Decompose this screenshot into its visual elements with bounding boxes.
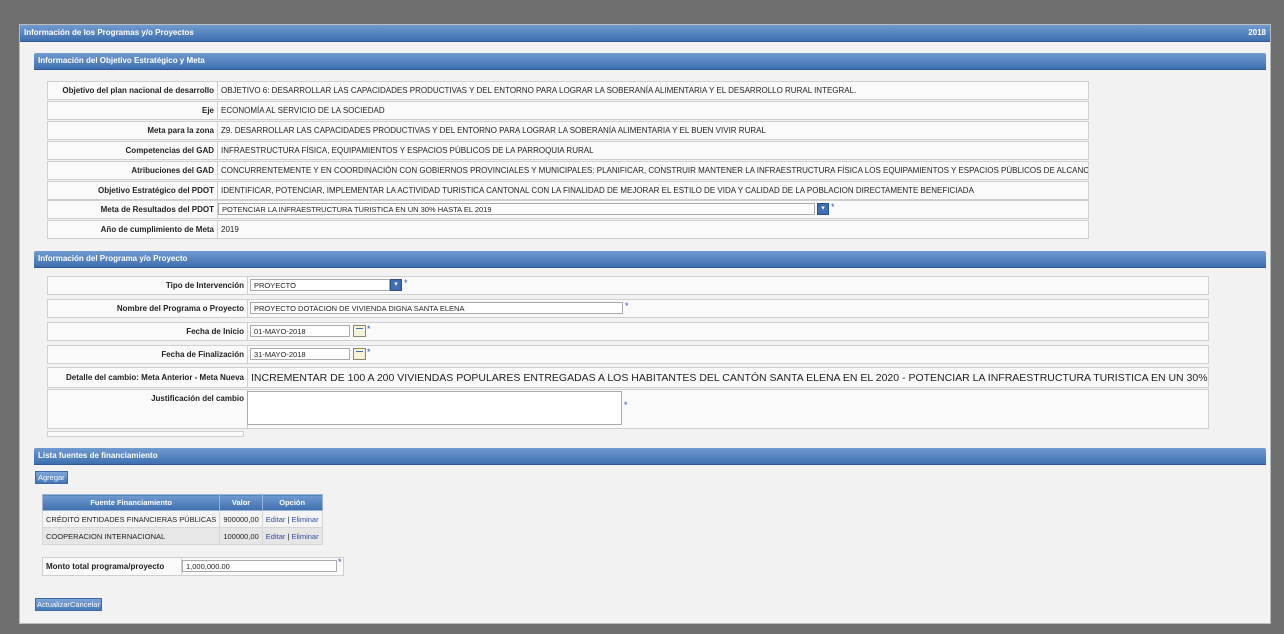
required-mark: * — [625, 301, 629, 311]
objective-row-value: OBJETIVO 6: DESARROLLAR LAS CAPACIDADES … — [218, 81, 1089, 100]
delete-link[interactable]: Eliminar — [292, 532, 319, 541]
objective-row: Competencias del GAD INFRAESTRUCTURA FÍSI… — [47, 141, 1089, 160]
objective-row-label: Objetivo Estratégico del PDOT — [47, 181, 218, 200]
objective-row-value: 2019 — [218, 220, 1089, 239]
row-detalle: Detalle del cambio: Meta Anterior - Meta… — [47, 367, 1209, 388]
objective-row: Año de cumplimiento de Meta 2019 — [47, 220, 1089, 239]
objective-row-label: Competencias del GAD — [47, 141, 218, 160]
opcion-cell: Editar | Eliminar — [261, 527, 323, 545]
objective-row-label: Objetivo del plan nacional de desarrollo — [47, 81, 218, 100]
main-panel: Información de los Programas y/o Proyect… — [19, 24, 1271, 624]
calendar-icon[interactable] — [353, 348, 366, 360]
financing-section: Lista fuentes de financiamiento — [34, 448, 1266, 465]
objective-row-value: IDENTIFICAR, POTENCIAR, IMPLEMENTAR LA A… — [218, 181, 1089, 200]
column-header-valor: Valor — [219, 494, 263, 511]
window-title-bar: Información de los Programas y/o Proyect… — [20, 25, 1270, 42]
objective-row-label: Meta para la zona — [47, 121, 218, 140]
column-header-fuente: Fuente Financiamiento — [41, 494, 221, 511]
cancel-button[interactable]: Cancelar — [70, 600, 100, 609]
fuente-cell: CRÉDITO ENTIDADES FINANCIERAS PÚBLICAS — [41, 510, 221, 528]
objective-row-value: INFRAESTRUCTURA FÍSICA, EQUIPAMIENTOS Y … — [218, 141, 1089, 160]
objective-row: Objetivo del plan nacional de desarrollo… — [47, 81, 1089, 100]
detalle-label: Detalle del cambio: Meta Anterior - Meta… — [47, 367, 248, 388]
separator: | — [287, 531, 290, 541]
justificacion-textarea[interactable] — [247, 391, 622, 425]
fecha-fin-input[interactable]: 31-MAYO-2018 — [250, 348, 350, 360]
objective-row-label: Atribuciones del GAD — [47, 161, 218, 180]
column-header-opcion: Opción — [261, 494, 323, 511]
spacer-cell — [47, 431, 244, 437]
objective-row-value: Z9. DESARROLLAR LAS CAPACIDADES PRODUCTI… — [218, 121, 1089, 140]
row-justificacion: Justificación del cambio — [47, 389, 1209, 429]
edit-link[interactable]: Editar — [266, 532, 286, 541]
fecha-inicio-input[interactable]: 01-MAYO-2018 — [250, 325, 350, 337]
section-header-objective: Información del Objetivo Estratégico y M… — [34, 53, 1266, 70]
objective-row: Objetivo Estratégico del PDOT IDENTIFICAR… — [47, 181, 1089, 200]
objective-row-label: Meta de Resultados del PDOT — [47, 200, 218, 219]
required-mark: * — [404, 278, 408, 288]
row-fecha-inicio: Fecha de Inicio — [47, 322, 1209, 341]
year-label: 2018 — [1248, 28, 1266, 37]
meta-resultados-select[interactable]: POTENCIAR LA INFRAESTRUCTURA TURISTICA E… — [218, 203, 815, 215]
dropdown-arrow-icon[interactable]: ▾ — [817, 203, 829, 215]
detalle-value: INCREMENTAR DE 100 A 200 VIVIENDAS POPUL… — [248, 367, 1209, 388]
dropdown-arrow-icon[interactable]: ▾ — [390, 279, 402, 291]
justificacion-label: Justificación del cambio — [47, 389, 248, 429]
required-mark: * — [831, 202, 835, 212]
objective-row-label: Eje — [47, 101, 218, 120]
total-input[interactable]: 1,000,000.00 — [182, 560, 337, 572]
tipo-intervencion-select[interactable]: PROYECTO — [250, 279, 390, 291]
window-title: Información de los Programas y/o Proyect… — [24, 28, 194, 37]
financing-table: Fuente Financiamiento Valor Opción CRÉDI… — [41, 494, 323, 545]
opcion-cell: Editar | Eliminar — [261, 510, 323, 528]
nombre-proyecto-input[interactable]: PROYECTO DOTACION DE VIVIENDA DIGNA SANT… — [250, 302, 623, 314]
required-mark: * — [367, 347, 371, 357]
table-row: COOPERACION INTERNACIONAL 100000,00 Edit… — [41, 527, 323, 545]
row-tipo: Tipo de Intervención — [47, 276, 1209, 295]
required-mark: * — [624, 400, 628, 410]
separator: | — [287, 514, 290, 524]
objective-row-label: Año de cumplimiento de Meta — [47, 220, 218, 239]
fecha-fin-label: Fecha de Finalización — [47, 345, 248, 364]
table-row: CRÉDITO ENTIDADES FINANCIERAS PÚBLICAS 9… — [41, 510, 323, 528]
fecha-inicio-label: Fecha de Inicio — [47, 322, 248, 341]
section-header-financing: Lista fuentes de financiamiento — [34, 448, 1266, 465]
nombre-label: Nombre del Programa o Proyecto — [47, 299, 248, 318]
update-button[interactable]: Actualizar — [37, 600, 70, 609]
calendar-icon[interactable] — [353, 325, 366, 337]
required-mark: * — [367, 324, 371, 334]
valor-cell: 900000,00 — [219, 510, 263, 528]
add-button[interactable]: Agregar — [35, 471, 68, 484]
row-fecha-fin: Fecha de Finalización — [47, 345, 1209, 364]
fuente-cell: COOPERACION INTERNACIONAL — [41, 527, 221, 545]
footer-buttons: ActualizarCancelar — [35, 598, 102, 611]
objective-row-value: CONCURRENTEMENTE Y EN COORDINACIÓN CON G… — [218, 161, 1089, 180]
program-section: Información del Programa y/o Proyecto — [34, 251, 1266, 268]
objective-row: Eje ECONOMÍA AL SERVICIO DE LA SOCIEDAD — [47, 101, 1089, 120]
total-label: Monto total programa/proyecto — [42, 557, 182, 576]
required-mark: * — [338, 557, 342, 567]
edit-link[interactable]: Editar — [266, 515, 286, 524]
objective-row: Meta para la zona Z9. DESARROLLAR LAS CAP… — [47, 121, 1089, 140]
delete-link[interactable]: Eliminar — [292, 515, 319, 524]
valor-cell: 100000,00 — [219, 527, 263, 545]
section-header-program: Información del Programa y/o Proyecto — [34, 251, 1266, 268]
objective-row-value: ECONOMÍA AL SERVICIO DE LA SOCIEDAD — [218, 101, 1089, 120]
objective-row: Atribuciones del GAD CONCURRENTEMENTE Y E… — [47, 161, 1089, 180]
tipo-label: Tipo de Intervención — [47, 276, 248, 295]
